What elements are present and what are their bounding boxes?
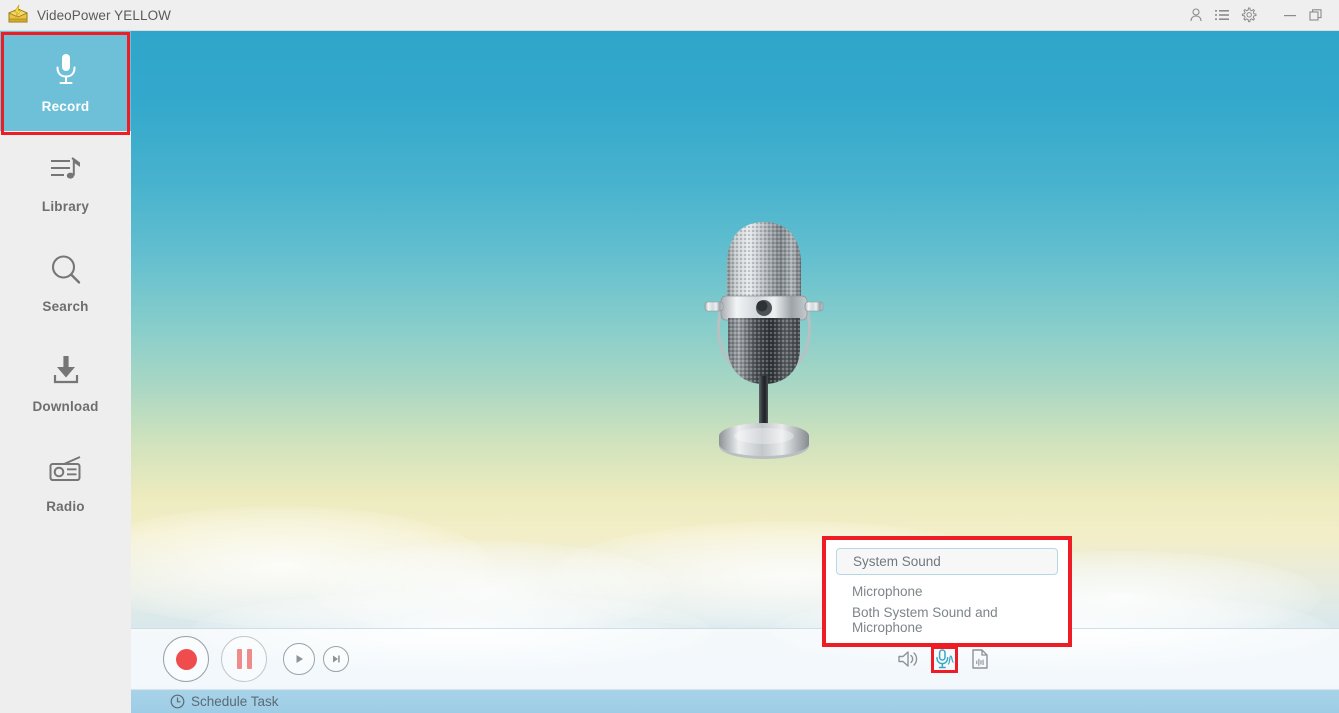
sidebar: Record Library Search Download Radio	[0, 31, 131, 713]
microphone-icon[interactable]	[932, 647, 956, 671]
schedule-task-label: Schedule Task	[191, 694, 279, 709]
sidebar-item-label: Download	[32, 399, 99, 414]
status-bar: Schedule Task	[131, 690, 1339, 713]
main-stage	[131, 31, 1339, 713]
minimize-icon[interactable]	[1277, 0, 1303, 31]
sidebar-item-label: Library	[41, 199, 90, 214]
magnifier-icon	[49, 248, 83, 292]
gear-icon[interactable]	[1235, 0, 1261, 31]
schedule-task-button[interactable]: Schedule Task	[170, 694, 279, 709]
cloud-decoration	[311, 541, 671, 636]
dropdown-item-microphone[interactable]: Microphone	[836, 578, 1058, 604]
titlebar-controls	[1183, 0, 1339, 31]
app-title: VideoPower YELLOW	[37, 7, 172, 23]
sidebar-item-download[interactable]: Download	[0, 331, 131, 431]
dropdown-item-label: Microphone	[852, 583, 923, 599]
restore-icon[interactable]	[1303, 0, 1329, 31]
download-arrow-icon	[50, 348, 82, 392]
sidebar-item-label: Search	[42, 299, 89, 314]
sidebar-item-record[interactable]: Record	[0, 31, 131, 131]
title-bar: VideoPower YELLOW	[0, 0, 1339, 31]
dropdown-item-label: Both System Sound and Microphone	[852, 605, 998, 635]
next-icon	[333, 655, 340, 663]
record-dot-icon	[175, 648, 197, 670]
audio-source-dropdown: System Sound Microphone Both System Soun…	[826, 540, 1068, 643]
record-button[interactable]	[163, 636, 209, 682]
transport-controls	[163, 636, 349, 682]
sidebar-item-search[interactable]: Search	[0, 231, 131, 331]
sidebar-item-library[interactable]: Library	[0, 131, 131, 231]
sidebar-item-label: Radio	[46, 499, 85, 514]
cloud-decoration	[131, 506, 491, 626]
next-button[interactable]	[323, 646, 349, 672]
clock-icon	[170, 694, 185, 709]
speaker-icon[interactable]	[896, 647, 920, 671]
pause-icon	[236, 649, 252, 669]
microphone-artwork	[694, 208, 834, 473]
sidebar-item-label: Record	[41, 99, 90, 114]
audio-file-icon[interactable]	[968, 647, 992, 671]
account-icon[interactable]	[1183, 0, 1209, 31]
music-list-icon	[49, 148, 83, 192]
dropdown-item-label: System Sound	[853, 554, 941, 569]
audio-source-icons	[896, 647, 992, 671]
pause-button[interactable]	[221, 636, 267, 682]
audio-source-dropdown-highlight: System Sound Microphone Both System Soun…	[822, 536, 1072, 647]
sidebar-item-radio[interactable]: Radio	[0, 431, 131, 531]
microphone-icon	[51, 48, 81, 92]
dropdown-item-system-sound[interactable]: System Sound	[836, 548, 1058, 575]
list-icon[interactable]	[1209, 0, 1235, 31]
videopower-logo-icon	[7, 4, 29, 26]
radio-icon	[48, 448, 84, 492]
dropdown-item-both[interactable]: Both System Sound and Microphone	[836, 605, 1058, 635]
application-window: VideoPower YELLOW Record Library Search …	[0, 0, 1339, 713]
play-button[interactable]	[283, 643, 315, 675]
play-icon	[296, 655, 303, 663]
playback-control-bar	[131, 628, 1339, 690]
